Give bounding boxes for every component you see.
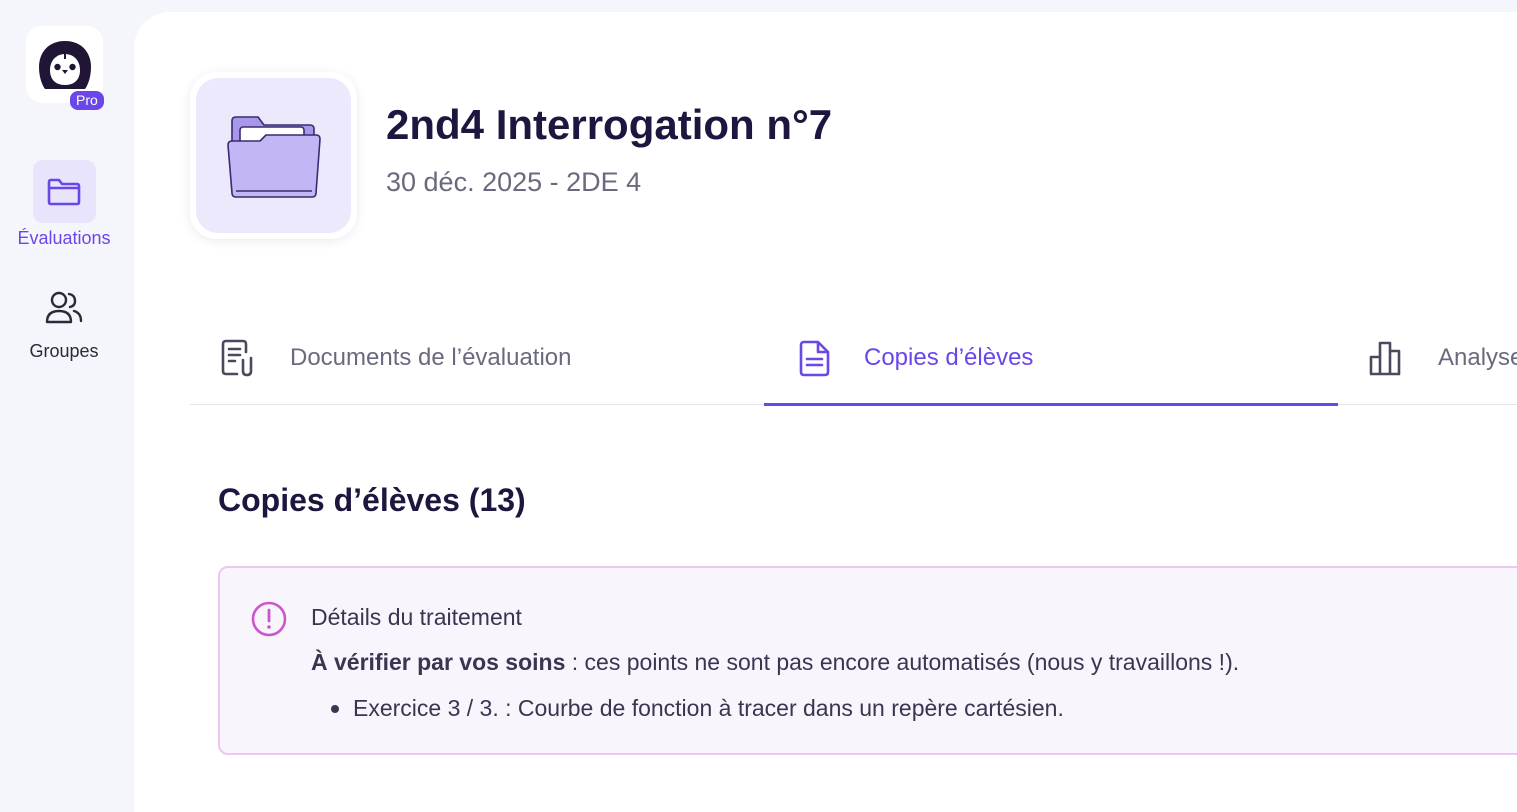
tab-copies[interactable]: Copies d’élèves [764,312,1338,406]
exclamation-circle-icon [251,601,287,637]
users-icon [45,291,83,324]
folder-icon [47,178,81,205]
evaluation-icon-card [190,72,357,239]
sidebar: Pro Évaluations Groupes [0,0,134,794]
alert-text-strong: À vérifier par vos soins [311,649,566,675]
tab-label: Documents de l’évaluation [290,344,572,371]
alert-text-rest: : ces points ne sont pas encore automati… [565,649,1240,675]
bar-chart-icon [1369,341,1401,376]
alert-title: Détails du traitement [311,604,522,630]
section-title: Copies d’élèves (13) [218,482,526,518]
penguin-icon [38,40,91,89]
tab-analyse[interactable]: Analyse [1368,312,1517,404]
alert-item-text: Exercice 3 / 3. : Courbe de fonction à t… [353,695,1064,721]
page-subtitle: 30 déc. 2025 - 2DE 4 [386,167,642,197]
bullet [331,705,339,713]
document-clip-icon [221,339,253,377]
pro-badge: Pro [70,91,104,110]
tab-label: Analyse [1438,344,1517,371]
sidebar-item-label: Groupes [29,341,99,361]
tab-label: Copies d’élèves [864,344,1034,371]
alert-list-item: Exercice 3 / 3. : Courbe de fonction à t… [311,694,1064,722]
sidebar-item-evaluations[interactable]: Évaluations [0,160,128,249]
document-icon [799,340,830,377]
processing-details-alert: Détails du traitement À vérifier par vos… [218,566,1517,755]
sidebar-item-groupes[interactable]: Groupes [0,288,128,362]
tab-documents[interactable]: Documents de l’évaluation [220,312,572,404]
tab-bar: Documents de l’évaluation Copies d’élève… [190,312,1517,406]
alert-text: À vérifier par vos soins : ces points ne… [311,648,1239,676]
page-title: 2nd4 Interrogation n°7 [386,101,833,148]
open-folder-icon [226,115,321,198]
main-panel: 2nd4 Interrogation n°7 30 déc. 2025 - 2D… [134,12,1517,812]
sidebar-item-label: Évaluations [17,228,111,248]
